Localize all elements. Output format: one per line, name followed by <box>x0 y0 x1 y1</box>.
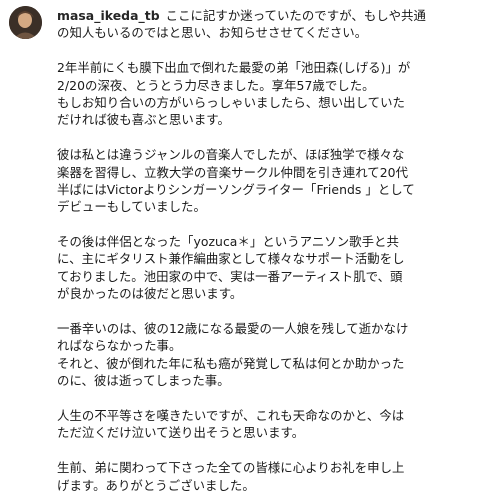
avatar[interactable] <box>9 6 42 39</box>
profile-photo-icon <box>9 6 42 39</box>
caption-line: デビューもしていました。 <box>57 199 206 215</box>
caption-line: 楽器を習得し、立教大学の音楽サークル仲間を引き連れて20代 <box>57 164 409 180</box>
username[interactable]: masa_ikeda_tb <box>57 8 160 23</box>
caption-line: その後は伴侶となった「yozuca＊」というアニソン歌手と共 <box>57 234 399 250</box>
caption-line: 生前、弟に関わって下さった全ての皆様に心よりお礼を申し上 <box>57 460 405 476</box>
caption-line: ればならなかった事。 <box>57 338 182 354</box>
caption-line: それと、彼が倒れた年に私も癌が発覚して私は何とか助かった <box>57 355 405 371</box>
caption-gap <box>57 303 472 320</box>
instagram-post: masa_ikeda_tb ここに記すか迷っていたのですが、もしや共通 の知人もい… <box>0 0 479 500</box>
caption-gap <box>57 390 472 407</box>
caption-line: 一番辛いのは、彼の12歳になる最愛の一人娘を残して逝かなけ <box>57 321 409 337</box>
caption-line: げます。ありがとうございました。 <box>57 477 255 493</box>
caption-line: だければ彼も喜ぶと思います。 <box>57 112 230 128</box>
caption-line: 2/20の深夜、とうとう力尽きました。享年57歳でした。 <box>57 77 375 93</box>
caption-gap <box>57 216 472 233</box>
caption-line: 半ばにはVictorよりシンガーソングライター「Friends 」として <box>57 181 415 197</box>
post-caption: masa_ikeda_tb ここに記すか迷っていたのですが、もしや共通 の知人もい… <box>57 7 472 494</box>
caption-line: 彼は私とは違うジャンルの音楽人でしたが、ほぼ独学で様々な <box>57 147 405 163</box>
caption-line: に、主にギタリスト兼作編曲家として様々なサポート活動をし <box>57 251 405 267</box>
caption-line: 人生の不平等さを嘆きたいですが、これも天命なのかと、今は <box>57 407 405 423</box>
caption-gap <box>57 42 472 59</box>
caption-line: ておりました。池田家の中で、実は一番アーティスト肌で、頭 <box>57 268 403 284</box>
caption-line: の知人もいるのではと思い、お知らせさせてください。 <box>57 25 368 41</box>
caption-line: もしお知り合いの方がいらっしゃいましたら、想い出していた <box>57 94 405 110</box>
caption-text: ここに記すか迷っていたのですが、もしや共通 <box>165 8 426 23</box>
caption-line: のに、彼は逝ってしまった事。 <box>57 373 230 389</box>
caption-line: 2年半前にくも膜下出血で倒れた最愛の弟「池田森(しげる)」が <box>57 60 411 76</box>
caption-gap <box>57 442 472 459</box>
caption-line: が良かったのは彼だと思います。 <box>57 286 243 302</box>
caption-gap <box>57 129 472 146</box>
caption-line: masa_ikeda_tb ここに記すか迷っていたのですが、もしや共通 <box>57 7 472 24</box>
caption-line: ただ泣くだけ泣いて送り出そうと思います。 <box>57 425 305 441</box>
